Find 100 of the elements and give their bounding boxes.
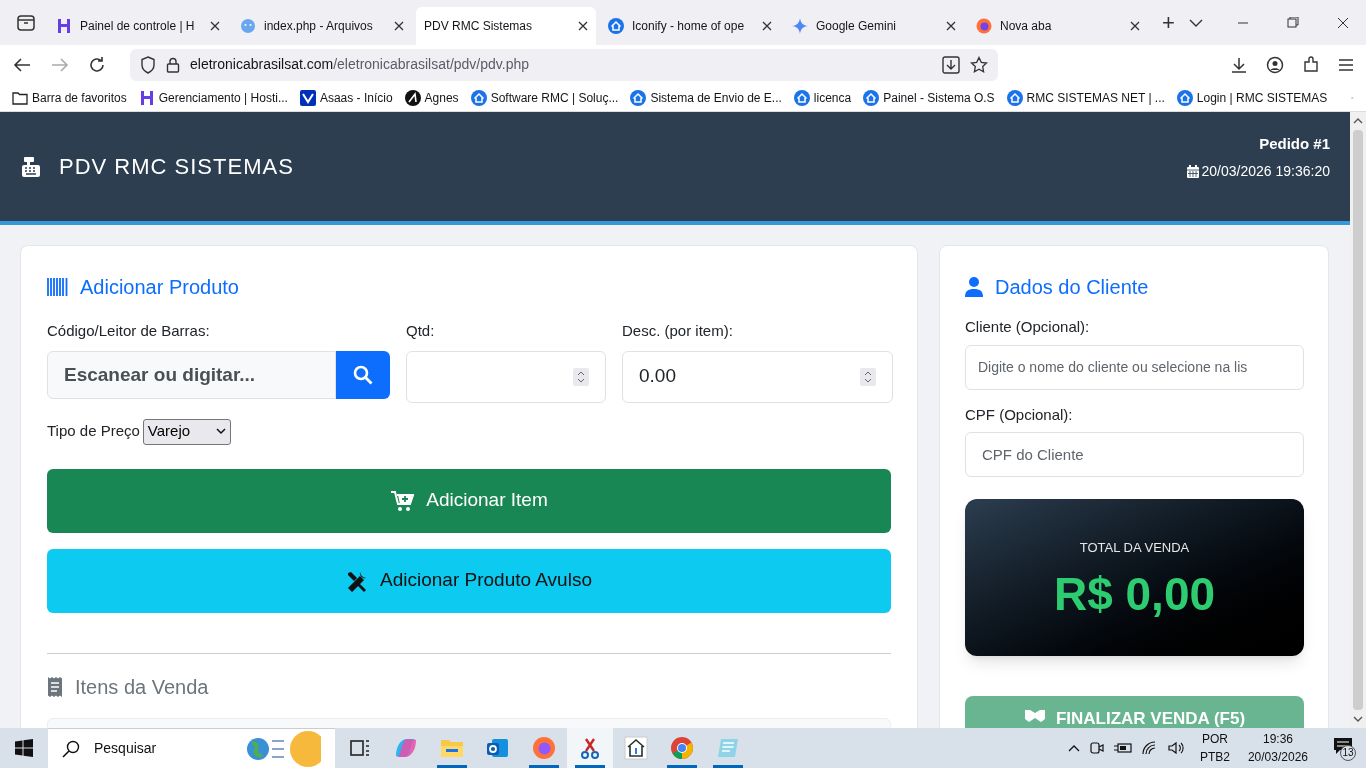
taskbar-app[interactable] — [567, 728, 613, 768]
app-title: PDV RMC SISTEMAS — [59, 153, 294, 181]
bookmark[interactable]: Asaas - Início — [299, 88, 393, 107]
client-input[interactable]: Digite o nome do cliente ou selecione na lis — [965, 344, 1304, 390]
menu-icon[interactable] — [1338, 57, 1354, 72]
extensions-icon[interactable] — [1302, 55, 1320, 74]
mail-icon[interactable] — [486, 737, 510, 759]
total-value: R$ 0,00 — [1053, 571, 1216, 618]
address-bar[interactable]: eletronicabrasilsat.com/eletronicabrasilsat/pdv/pdv.php — [130, 48, 998, 81]
task-view-icon[interactable] — [349, 738, 371, 758]
spinner-icon[interactable] — [573, 367, 589, 386]
receipt-icon — [47, 676, 63, 697]
house-icon — [793, 89, 810, 106]
search-icon — [353, 364, 373, 385]
close-icon[interactable] — [210, 21, 220, 31]
new-tab-button[interactable]: + — [1152, 11, 1185, 34]
tools-icon — [346, 569, 368, 592]
browser-tab[interactable]: Google Gemini — [784, 7, 964, 45]
section-heading: Adicionar Produto — [80, 275, 239, 300]
field-label: Código/Leitor de Barras: — [47, 321, 211, 341]
logo-icon — [299, 89, 316, 106]
scissors-icon[interactable] — [578, 736, 602, 760]
person-icon — [965, 277, 983, 297]
bookmark[interactable]: Login | RMC SISTEMAS — [1176, 88, 1328, 107]
price-type-select[interactable]: Varejo — [142, 418, 231, 445]
chevron-up-icon[interactable] — [1067, 744, 1080, 752]
lock-icon — [166, 56, 180, 73]
field-label: Tipo de Preço — [47, 421, 140, 442]
chrome-icon[interactable] — [670, 736, 694, 760]
cpf-input[interactable]: CPF do Cliente — [965, 432, 1304, 477]
close-icon[interactable] — [762, 21, 772, 31]
spinner-icon[interactable] — [860, 367, 876, 386]
speaker-icon[interactable] — [1167, 741, 1184, 755]
field-label: CPF (Opcional): — [965, 404, 1074, 425]
tab-title: Google Gemini — [816, 18, 898, 35]
bookmark[interactable]: Sistema de Envio de E... — [630, 88, 782, 107]
bookmark[interactable]: RMC SISTEMAS NET | ... — [1006, 88, 1165, 107]
tab-title: Iconify - home of ope — [632, 18, 746, 35]
download-icon[interactable] — [1230, 55, 1248, 74]
section-heading: Itens da Venda — [75, 674, 209, 700]
house-icon — [1176, 89, 1193, 106]
chevron-down-icon[interactable] — [1188, 17, 1203, 28]
cash-register-icon — [20, 155, 42, 178]
reload-icon[interactable] — [88, 55, 106, 74]
wifi-icon[interactable] — [1141, 741, 1158, 755]
bookmark[interactable]: Barra de favoritos — [12, 88, 127, 107]
folder-icon[interactable] — [440, 738, 464, 758]
add-loose-product-button[interactable]: Adicionar Produto Avulso — [47, 548, 891, 613]
scrollbar-thumb[interactable] — [1353, 130, 1363, 710]
section-heading: Dados do Cliente — [995, 275, 1149, 300]
discount-input[interactable]: 0.00 — [622, 350, 893, 403]
order-datetime: 20/03/2026 19:36:20 — [1201, 162, 1330, 182]
barcode-input[interactable]: Escanear ou digitar... — [47, 350, 336, 399]
house-icon — [1006, 89, 1023, 106]
taskbar-search[interactable]: Pesquisar — [48, 728, 335, 768]
browser-tab[interactable]: index.php - Arquivos — [232, 7, 412, 45]
browser-tab[interactable]: Painel de controle | H — [48, 7, 228, 45]
bookmark[interactable]: Painel - Sistema O.S — [863, 88, 995, 107]
house-icon — [470, 89, 487, 106]
scroll-up-icon[interactable] — [1353, 118, 1363, 124]
bookmark[interactable]: Software RMC | Soluç... — [470, 88, 619, 107]
account-icon[interactable] — [1266, 55, 1284, 74]
close-icon[interactable] — [578, 21, 588, 31]
back-icon[interactable] — [12, 56, 32, 73]
search-icon — [62, 739, 80, 758]
close-icon[interactable] — [1130, 21, 1140, 31]
search-button[interactable] — [336, 350, 390, 399]
cart-plus-icon — [390, 489, 415, 512]
star-icon[interactable] — [970, 55, 988, 74]
copilot-icon[interactable] — [393, 736, 419, 760]
close-icon[interactable] — [946, 21, 956, 31]
bookmark[interactable]: Gerenciamento | Hosti... — [138, 88, 288, 107]
browser-tab[interactable]: Nova aba — [968, 7, 1148, 45]
browser-tab[interactable]: Iconify - home of ope — [600, 7, 780, 45]
calendar-icon — [1186, 165, 1199, 179]
firefox-icon[interactable] — [532, 736, 556, 760]
scroll-down-icon[interactable] — [1353, 716, 1363, 722]
sparkle-icon — [792, 18, 808, 34]
input-language[interactable]: POR PTB2 — [1199, 730, 1230, 766]
add-item-button[interactable]: Adicionar Item — [47, 468, 891, 533]
logo-icon — [404, 89, 421, 106]
firefox-icon — [976, 18, 992, 34]
house-icon — [630, 89, 647, 106]
tab-title: index.php - Arquivos — [264, 18, 374, 35]
quantity-input[interactable] — [406, 350, 606, 403]
download-page-icon[interactable] — [942, 55, 960, 74]
h-logo-icon — [138, 89, 155, 106]
clock[interactable]: 19:36 20/03/2026 — [1247, 730, 1308, 766]
browser-tab[interactable]: PDV RMC Sistemas — [416, 7, 596, 45]
field-label: Cliente (Opcional): — [965, 317, 1091, 337]
close-icon[interactable] — [394, 21, 404, 31]
battery-icon[interactable] — [1113, 742, 1132, 754]
windows-logo-icon — [15, 739, 33, 757]
house-icon — [863, 89, 880, 106]
folder-icon — [12, 90, 28, 105]
tab-title: PDV RMC Sistemas — [424, 18, 534, 35]
bookmark[interactable]: Agnes — [404, 88, 459, 107]
house-icon[interactable] — [624, 736, 648, 760]
camera-icon[interactable] — [1089, 740, 1104, 756]
bookmark[interactable]: licenca — [793, 88, 852, 107]
